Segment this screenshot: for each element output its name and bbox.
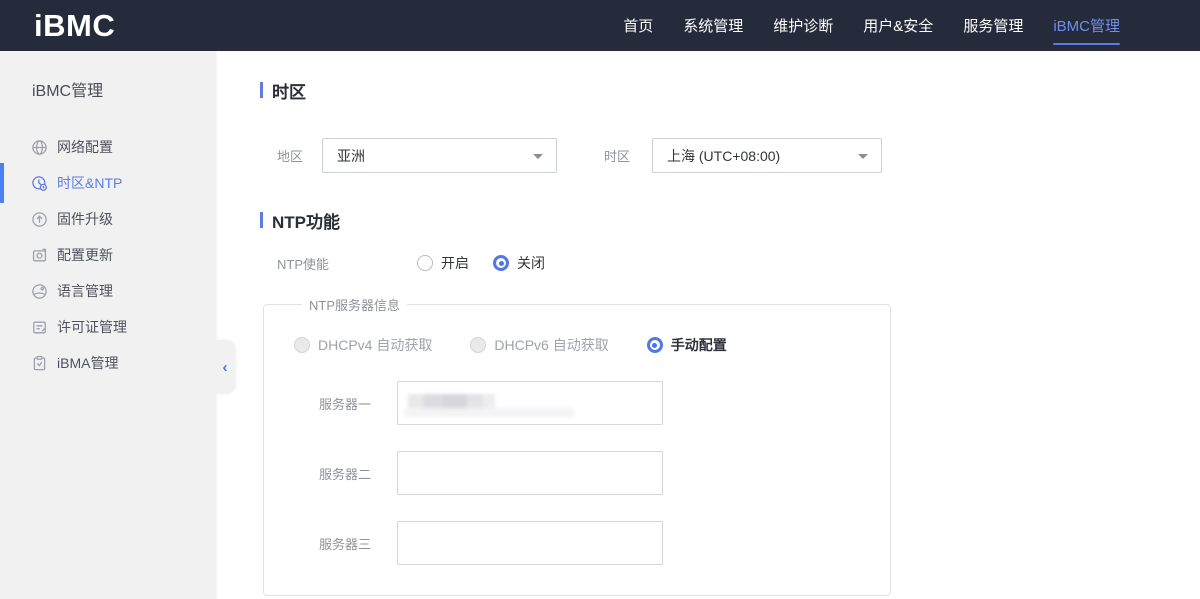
ntp-server-mode-row: DHCPv4 自动获取 DHCPv6 自动获取 手动配置 bbox=[294, 335, 890, 355]
sidebar-item-label: 时区&NTP bbox=[57, 173, 122, 193]
sidebar-menu: 网络配置 时区&NTP 固件升级 bbox=[0, 129, 216, 381]
license-icon bbox=[31, 319, 48, 336]
timezone-selected-value: 上海 (UTC+08:00) bbox=[653, 146, 780, 166]
server-two-input[interactable] bbox=[397, 451, 663, 495]
section-title-text: NTP功能 bbox=[272, 208, 340, 233]
sidebar-item-timezone-ntp[interactable]: 时区&NTP bbox=[0, 165, 216, 201]
sidebar-item-language-management[interactable]: 语言管理 bbox=[0, 273, 216, 309]
server-two-label: 服务器二 bbox=[294, 464, 397, 483]
config-update-icon bbox=[31, 247, 48, 264]
sidebar-item-config-update[interactable]: 配置更新 bbox=[0, 237, 216, 273]
chevron-left-icon: ‹ bbox=[223, 360, 228, 375]
nav-home[interactable]: 首页 bbox=[623, 0, 653, 51]
main-content: 时区 地区 亚洲 时区 上海 (UTC+08:00) NTP功能 NTP使能 开… bbox=[216, 51, 1200, 599]
manual-config-radio[interactable]: 手动配置 bbox=[647, 335, 727, 355]
top-bar: iBMC 首页 系统管理 维护诊断 用户&安全 服务管理 iBMC管理 bbox=[0, 0, 1200, 51]
sidebar-collapse-button[interactable]: ‹ bbox=[216, 340, 234, 394]
top-navigation: 首页 系统管理 维护诊断 用户&安全 服务管理 iBMC管理 bbox=[623, 0, 1120, 51]
radio-disabled-icon bbox=[470, 337, 486, 353]
region-label: 地区 bbox=[277, 146, 322, 165]
sidebar-item-label: 配置更新 bbox=[57, 245, 113, 265]
nav-user-security[interactable]: 用户&安全 bbox=[863, 0, 933, 51]
radio-selected-icon bbox=[647, 337, 663, 353]
sidebar-item-ibma-management[interactable]: iBMA管理 bbox=[0, 345, 216, 381]
server-two-row: 服务器二 bbox=[294, 451, 890, 495]
sidebar-item-firmware-upgrade[interactable]: 固件升级 bbox=[0, 201, 216, 237]
radio-label: DHCPv6 自动获取 bbox=[494, 335, 608, 355]
server-one-row: 服务器一 bbox=[294, 381, 890, 425]
sidebar-item-license-management[interactable]: 许可证管理 bbox=[0, 309, 216, 345]
accent-bar bbox=[260, 212, 263, 228]
radio-disabled-icon bbox=[294, 337, 310, 353]
language-icon bbox=[31, 283, 48, 300]
dhcpv6-auto-radio[interactable]: DHCPv6 自动获取 bbox=[470, 335, 608, 355]
region-selected-value: 亚洲 bbox=[323, 146, 365, 166]
ntp-section-title: NTP功能 bbox=[260, 211, 1200, 229]
server-three-input[interactable] bbox=[397, 521, 663, 565]
server-one-input[interactable] bbox=[397, 381, 663, 425]
nav-service-management[interactable]: 服务管理 bbox=[963, 0, 1023, 51]
sidebar: iBMC管理 网络配置 时区&NTP bbox=[0, 51, 216, 599]
radio-unselected-icon bbox=[417, 255, 433, 271]
timezone-form-row: 地区 亚洲 时区 上海 (UTC+08:00) bbox=[260, 138, 1200, 173]
dhcpv4-auto-radio[interactable]: DHCPv4 自动获取 bbox=[294, 335, 432, 355]
timezone-section-title: 时区 bbox=[260, 81, 1200, 99]
server-three-row: 服务器三 bbox=[294, 521, 890, 565]
timezone-select[interactable]: 上海 (UTC+08:00) bbox=[652, 138, 882, 173]
sidebar-item-label: 语言管理 bbox=[57, 281, 113, 301]
section-title-text: 时区 bbox=[272, 78, 306, 103]
sidebar-item-network-config[interactable]: 网络配置 bbox=[0, 129, 216, 165]
globe-icon bbox=[31, 139, 48, 156]
redacted-smear bbox=[404, 408, 574, 417]
server-one-label: 服务器一 bbox=[294, 394, 397, 413]
sidebar-title: iBMC管理 bbox=[32, 77, 216, 101]
ntp-server-info-legend: NTP服务器信息 bbox=[302, 295, 407, 314]
nav-maintenance-diagnosis[interactable]: 维护诊断 bbox=[773, 0, 833, 51]
clock-icon bbox=[31, 175, 48, 192]
ntp-enable-off-radio[interactable]: 关闭 bbox=[493, 253, 545, 273]
nav-ibmc-management[interactable]: iBMC管理 bbox=[1053, 0, 1120, 51]
sidebar-item-label: iBMA管理 bbox=[57, 353, 118, 373]
radio-label: 开启 bbox=[441, 253, 469, 273]
ibmc-logo: iBMC bbox=[34, 8, 115, 44]
caret-down-icon bbox=[858, 154, 868, 159]
ntp-enable-label: NTP使能 bbox=[277, 254, 417, 273]
clipboard-icon bbox=[31, 355, 48, 372]
ntp-server-info-group: NTP服务器信息 DHCPv4 自动获取 DHCPv6 自动获取 手动配置 服务… bbox=[263, 295, 891, 596]
nav-system-management[interactable]: 系统管理 bbox=[683, 0, 743, 51]
caret-down-icon bbox=[533, 154, 543, 159]
radio-label: 手动配置 bbox=[671, 335, 727, 355]
sidebar-item-label: 网络配置 bbox=[57, 137, 113, 157]
region-select[interactable]: 亚洲 bbox=[322, 138, 557, 173]
upgrade-icon bbox=[31, 211, 48, 228]
sidebar-item-label: 固件升级 bbox=[57, 209, 113, 229]
accent-bar bbox=[260, 82, 263, 98]
radio-label: DHCPv4 自动获取 bbox=[318, 335, 432, 355]
radio-selected-icon bbox=[493, 255, 509, 271]
timezone-label: 时区 bbox=[604, 146, 652, 165]
sidebar-item-label: 许可证管理 bbox=[57, 317, 127, 337]
radio-label: 关闭 bbox=[517, 253, 545, 273]
ntp-enable-row: NTP使能 开启 关闭 bbox=[260, 254, 1200, 272]
ntp-enable-on-radio[interactable]: 开启 bbox=[417, 253, 469, 273]
server-three-label: 服务器三 bbox=[294, 534, 397, 553]
